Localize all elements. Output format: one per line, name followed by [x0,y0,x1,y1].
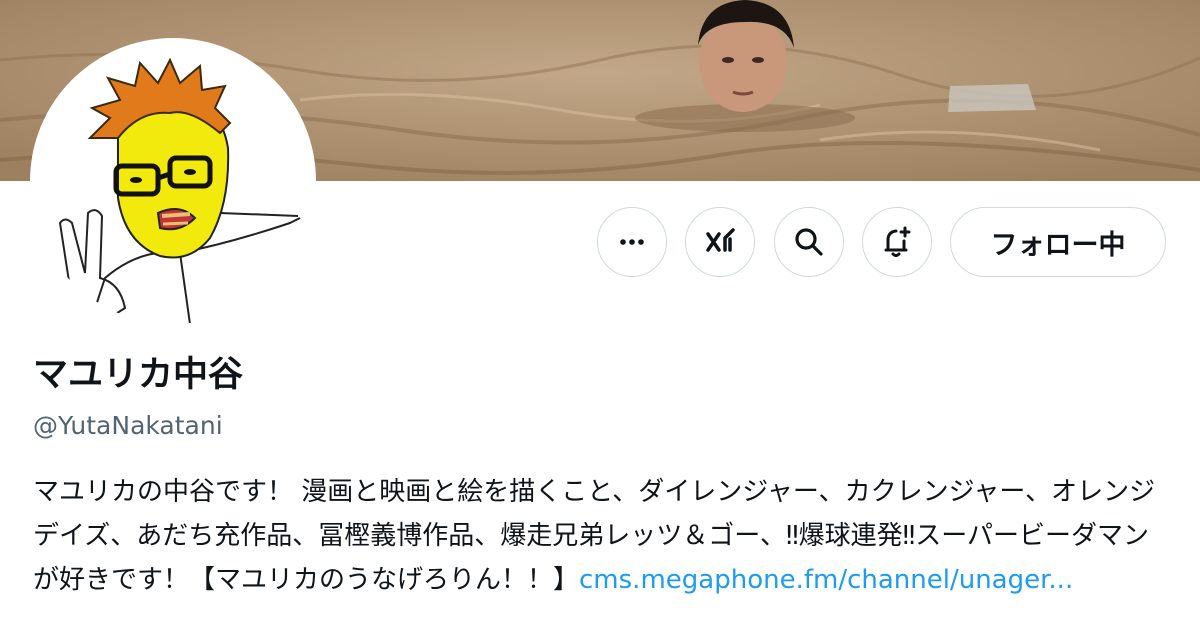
search-icon [795,228,823,256]
more-button[interactable] [597,207,667,277]
following-button[interactable]: フォロー中 [950,207,1166,277]
grok-button[interactable] [685,207,755,277]
bell-plus-icon [884,226,911,257]
user-handle: @YutaNakatani [33,411,223,440]
search-button[interactable] [774,207,844,277]
profile-bio: マユリカの中谷です！ 漫画と映画と絵を描くこと、ダイレンジャー、カクレンジャー、… [33,470,1173,602]
bio-link[interactable]: cms.megaphone.fm/channel/unager... [579,565,1073,595]
display-name: マユリカ中谷 [33,355,244,395]
ellipsis-icon [620,239,644,245]
avatar-drawing [58,57,301,324]
following-label: フォロー中 [990,229,1126,261]
grok-icon [706,228,735,252]
notification-button[interactable] [862,207,932,277]
profile-avatar[interactable] [30,38,316,324]
